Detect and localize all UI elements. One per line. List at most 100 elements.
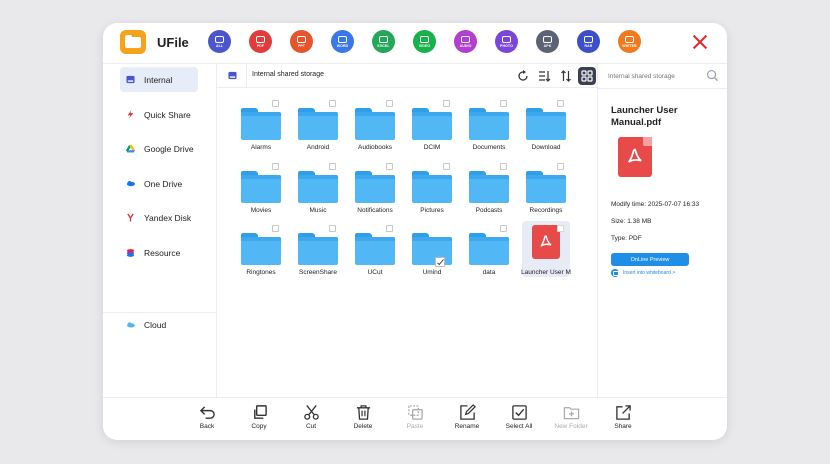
select-checkbox[interactable] [272,225,279,232]
file-manager-window: UFile ALL PDF PPT WORD EXCEL VIDEO AUDIO… [103,23,727,440]
folder-item[interactable]: Music [294,159,342,215]
sidebar-item-resource[interactable]: Resource [120,240,198,265]
back-button[interactable]: Back [185,404,229,436]
filter-photo[interactable]: PHOTO [495,30,518,53]
online-preview-button[interactable]: OnLine Preview [611,253,689,266]
share-button[interactable]: Share [601,404,645,436]
refresh-button[interactable] [514,67,532,85]
select-checkbox[interactable] [272,163,279,170]
new-folder-button[interactable]: New Folder [549,404,593,436]
breadcrumb[interactable]: Internal shared storage [252,71,324,78]
folder-item[interactable]: Recordings [522,159,570,215]
select-checkbox[interactable] [557,163,564,170]
folder-item[interactable]: Audiobooks [351,96,399,152]
select-checkbox[interactable] [386,163,393,170]
share-icon [615,405,631,420]
cut-button[interactable]: Cut [289,404,333,436]
sort-list-icon [538,71,550,82]
folder-icon [526,171,566,203]
sort-direction-button[interactable] [557,67,575,85]
select-checkbox[interactable] [386,225,393,232]
filter-excel[interactable]: EXCEL [372,30,395,53]
folder-icon [469,108,509,140]
paste-button[interactable]: Paste [393,404,437,436]
folder-icon [298,108,338,140]
folder-item[interactable]: Documents [465,96,513,152]
copy-button[interactable]: Copy [237,404,281,436]
select-checkbox[interactable] [435,257,445,267]
select-checkbox[interactable] [557,225,564,232]
select-all-icon [511,405,527,420]
folder-icon [355,108,395,140]
filter-apk[interactable]: APK [536,30,559,53]
folder-item[interactable]: Alarms [237,96,285,152]
filter-word[interactable]: WORD [331,30,354,53]
filter-rar[interactable]: RAR [577,30,600,53]
sidebar-item-one-drive[interactable]: One Drive [120,171,198,196]
grid-view-button[interactable] [578,67,596,85]
folder-item[interactable]: data [465,221,513,277]
copy-icon [253,405,267,419]
audio-icon [461,35,470,43]
storage-icon [228,71,237,80]
photo-icon [502,35,511,43]
select-checkbox[interactable] [443,100,450,107]
select-checkbox[interactable] [500,100,507,107]
search-icon[interactable] [706,69,719,82]
select-checkbox[interactable] [329,100,336,107]
filter-whiteboard[interactable]: WHITEB [618,30,641,53]
folder-icon [412,171,452,203]
folder-item[interactable]: ScreenShare [294,221,342,277]
filter-all[interactable]: ALL [208,30,231,53]
folder-item[interactable]: Android [294,96,342,152]
sidebar-item-cloud[interactable]: Cloud [120,312,198,337]
sidebar-item-internal[interactable]: Internal [120,67,198,92]
select-checkbox[interactable] [272,100,279,107]
scissors-icon [303,405,319,420]
sort-order-button[interactable] [535,67,553,85]
folder-icon [298,233,338,265]
select-checkbox[interactable] [443,163,450,170]
select-checkbox[interactable] [500,225,507,232]
sidebar-item-yandex-disk[interactable]: Yandex Disk [120,205,198,230]
search-input[interactable] [608,68,698,84]
folder-item[interactable]: Download [522,96,570,152]
word-icon [338,35,347,43]
folder-item[interactable]: Pictures [408,159,456,215]
header: UFile ALL PDF PPT WORD EXCEL VIDEO AUDIO… [103,23,727,63]
sidebar-item-google-drive[interactable]: Google Drive [120,136,198,161]
sidebar-item-quick-share[interactable]: Quick Share [120,102,198,127]
rename-button[interactable]: Rename [445,404,489,436]
select-checkbox[interactable] [386,100,393,107]
select-checkbox[interactable] [557,100,564,107]
folder-icon [412,108,452,140]
select-checkbox[interactable] [500,163,507,170]
folder-item[interactable]: Ringtones [237,221,285,277]
file-item-pdf[interactable]: Launcher User M [521,221,571,277]
delete-button[interactable]: Delete [341,404,385,436]
pdf-file-icon [532,225,560,259]
layers-icon [215,35,224,43]
modify-time: Modify time: 2025-07-07 16:33 [611,201,700,208]
folder-item[interactable]: DCIM [408,96,456,152]
folder-item[interactable]: UCut [351,221,399,277]
storage-icon [126,75,135,84]
filter-video[interactable]: VIDEO [413,30,436,53]
folder-icon [469,171,509,203]
insert-whiteboard-link[interactable]: Insert into whiteboard > [611,269,675,277]
google-drive-icon [126,144,135,153]
close-icon[interactable] [691,33,709,51]
select-checkbox[interactable] [329,225,336,232]
select-checkbox[interactable] [329,163,336,170]
folder-item[interactable]: Podcasts [465,159,513,215]
sort-arrows-icon [561,70,571,82]
lightning-icon [127,110,134,119]
filter-pdf[interactable]: PDF [249,30,272,53]
folder-item[interactable]: Umind [408,221,456,277]
folder-item[interactable]: Movies [237,159,285,215]
filter-ppt[interactable]: PPT [290,30,313,53]
sidebar: Internal Quick Share Google Drive One Dr… [103,63,217,397]
folder-item[interactable]: Notifications [351,159,399,215]
select-all-button[interactable]: Select All [497,404,541,436]
filter-audio[interactable]: AUDIO [454,30,477,53]
